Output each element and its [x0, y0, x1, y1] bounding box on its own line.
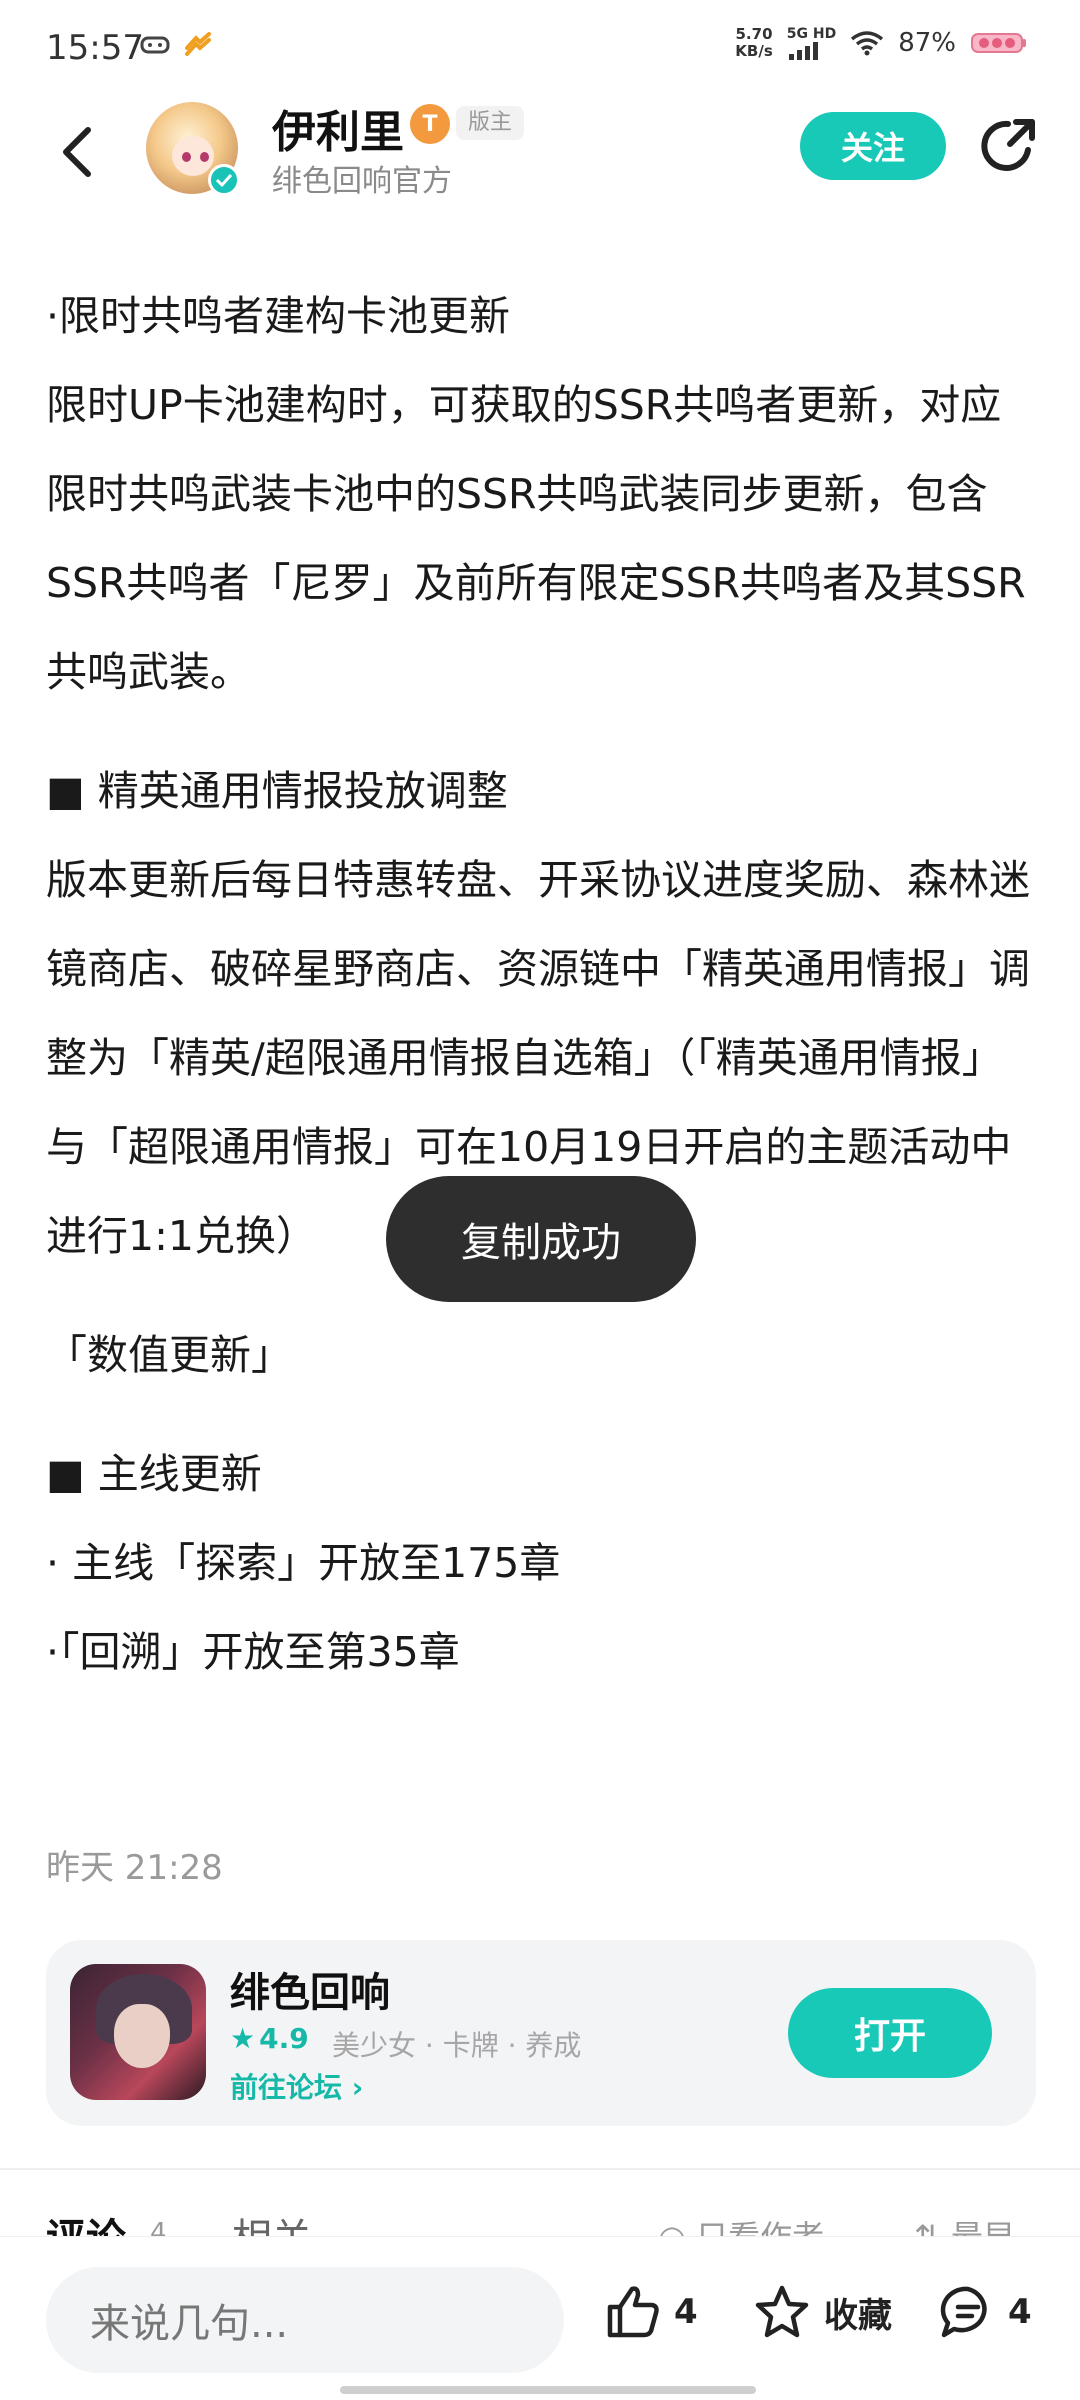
star-outline-icon — [755, 2285, 809, 2338]
author-only-toggle[interactable]: ○ 只看作者 — [658, 2212, 824, 2236]
home-indicator[interactable] — [340, 2386, 756, 2394]
chevron-right-icon: › — [351, 2071, 364, 2104]
avatar-eye — [182, 152, 191, 162]
back-button[interactable] — [48, 112, 108, 192]
status-notification-icons — [140, 32, 212, 56]
open-game-button[interactable]: 打开 — [788, 1988, 992, 2078]
battery-icon — [971, 33, 1026, 53]
post-content: ·限时共鸣者建构卡池更新 限时UP卡池建构时，可获取的SSR共鸣者更新，对应限时… — [46, 272, 1036, 1697]
game-icon — [70, 1964, 206, 2100]
post-header: 伊利里 T 版主 绯色回响官方 关注 — [0, 92, 1080, 222]
star-icon: ★ — [230, 2022, 256, 2055]
comment-button[interactable]: 4 — [938, 2283, 1032, 2341]
thumbs-up-icon — [607, 2286, 659, 2338]
share-button[interactable] — [976, 114, 1040, 178]
author-avatar[interactable] — [146, 102, 240, 196]
bottom-action-bar: 来说几句... 4 收藏 4 — [0, 2236, 1080, 2400]
app-notification-icon — [185, 32, 211, 56]
copy-toast: 复制成功 — [386, 1176, 696, 1302]
section-heading: ·限时共鸣者建构卡池更新 — [46, 292, 511, 340]
avatar-eye — [200, 152, 209, 162]
signal-icon: 5G HD — [787, 26, 836, 60]
paragraph: 限时UP卡池建构时，可获取的SSR共鸣者更新，对应限时共鸣武装卡池中的SSR共鸣… — [46, 381, 1026, 696]
game-rating: ★ 4.9 — [230, 2022, 309, 2055]
game-name: 绯色回响 — [230, 1970, 390, 2016]
list-item: ·「回溯」开放至第35章 — [46, 1628, 460, 1676]
role-badge: 版主 — [456, 106, 525, 140]
like-count: 4 — [674, 2292, 698, 2332]
game-icon-face — [114, 2004, 170, 2068]
forum-link-label: 前往论坛 — [230, 2071, 343, 2104]
tab-comments[interactable]: 评论 — [46, 2206, 126, 2236]
status-time: 15:57 — [46, 28, 144, 68]
sort-label: 最早 — [951, 2218, 1015, 2236]
verified-icon — [208, 164, 240, 196]
comment-input[interactable]: 来说几句... — [46, 2267, 564, 2373]
network-speed: 5.70 KB/s — [735, 25, 773, 60]
author-only-label: 只看作者 — [696, 2218, 824, 2236]
like-button[interactable]: 4 — [604, 2283, 698, 2341]
comment-count: 4 — [1008, 2292, 1032, 2332]
author-subtitle: 绯色回响官方 — [272, 164, 452, 199]
game-card[interactable]: 绯色回响 ★ 4.9 美少女 · 卡牌 · 养成 前往论坛 › 打开 — [46, 1940, 1036, 2126]
sort-toggle[interactable]: ⇅ 最早 — [914, 2212, 1015, 2236]
game-tags: 美少女 · 卡牌 · 养成 — [332, 2029, 582, 2062]
section-heading: 「数值更新」 — [46, 1331, 292, 1379]
rating-value: 4.9 — [259, 2022, 309, 2055]
tab-related[interactable]: 相关 — [232, 2206, 312, 2236]
game-controller-icon — [140, 36, 170, 54]
comment-tabs: 评论 4 相关 ○ 只看作者 ⇅ 最早 — [0, 2196, 1080, 2236]
follow-button[interactable]: 关注 — [800, 112, 946, 180]
post-timestamp: 昨天 21:28 — [46, 1848, 223, 1888]
share-icon — [981, 119, 1035, 171]
list-item: · 主线「探索」开放至175章 — [46, 1539, 561, 1587]
network-type: 5G HD — [786, 26, 837, 42]
author-name[interactable]: 伊利里 — [272, 96, 404, 160]
wifi-icon — [851, 31, 884, 56]
status-bar: 15:57 5.70 KB/s 5G HD 87% — [0, 0, 1080, 92]
comments-count: 4 — [150, 2218, 167, 2236]
divider — [0, 2168, 1080, 2170]
chevron-left-icon — [63, 127, 91, 177]
level-badge: T — [410, 104, 450, 144]
favorite-label: 收藏 — [824, 2295, 892, 2336]
section-heading: ■ 精英通用情报投放调整 — [46, 767, 508, 815]
favorite-button[interactable]: 收藏 — [752, 2283, 892, 2341]
section-heading: ■ 主线更新 — [46, 1450, 262, 1498]
status-system-icons: 5.70 KB/s 5G HD 87% — [735, 26, 1028, 60]
battery-level: 87% — [898, 28, 956, 58]
comment-bubble-icon — [940, 2286, 987, 2338]
forum-link[interactable]: 前往论坛 › — [230, 2066, 363, 2106]
